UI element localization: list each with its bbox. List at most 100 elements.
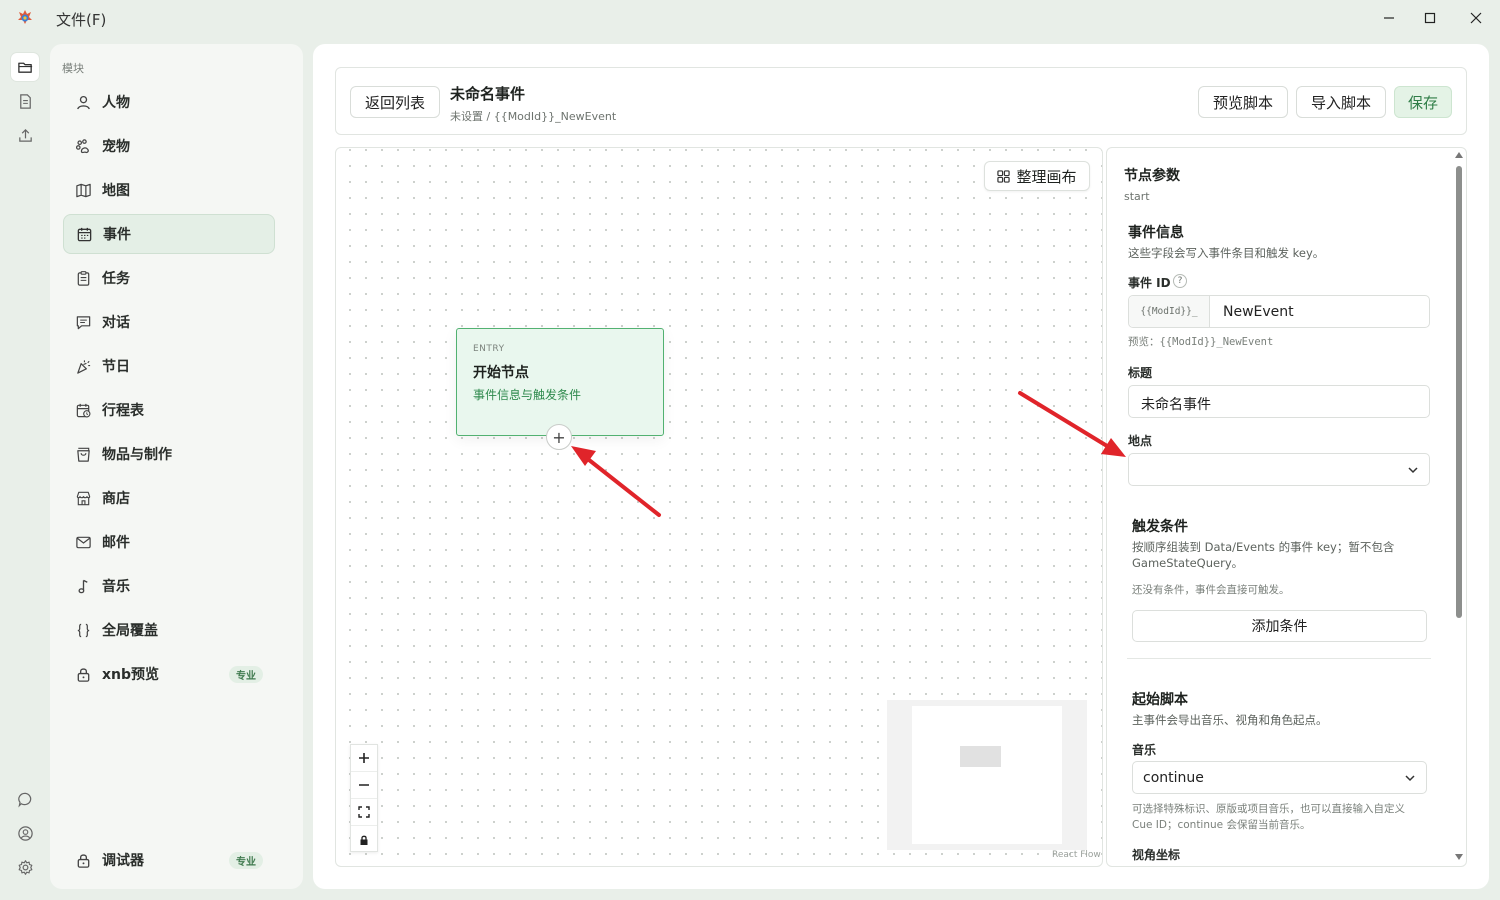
sidebar-item-items[interactable]: 物品与制作 [63, 434, 275, 474]
braces-icon [75, 622, 92, 639]
preview-value: {{ModId}}_NewEvent [1159, 336, 1274, 348]
music-help-line1: 可选择特殊标识、原版或项目音乐，也可以直接输入自定义 [1132, 803, 1405, 815]
settings-icon[interactable] [14, 856, 36, 878]
chat-icon[interactable] [14, 788, 36, 810]
lock-icon [75, 852, 92, 869]
sidebar: 模块 人物 宠物 地图 事件 任务 对话 节日 行程表 物品与制作 商店 邮件 … [50, 44, 303, 889]
music-help-line2: Cue ID；continue 会保留当前音乐。 [1132, 819, 1311, 831]
back-to-list-button[interactable]: 返回列表 [350, 86, 440, 118]
sidebar-item-debugger[interactable]: 调试器 专业 [63, 840, 275, 880]
schedule-icon [75, 402, 92, 419]
map-icon [75, 182, 92, 199]
close-icon[interactable] [1461, 6, 1491, 30]
title-bar: 文件(F) [0, 0, 1500, 36]
node-subtitle: 事件信息与触发条件 [473, 388, 582, 402]
node-tag: ENTRY [473, 344, 505, 354]
minimap[interactable] [887, 700, 1087, 850]
sidebar-item-festival[interactable]: 节日 [63, 346, 275, 386]
sidebar-item-map[interactable]: 地图 [63, 170, 275, 210]
sidebar-item-label: 地图 [102, 183, 130, 199]
sidebar-item-shop[interactable]: 商店 [63, 478, 275, 518]
pro-badge: 专业 [229, 666, 263, 683]
title-input[interactable]: 未命名事件 [1128, 385, 1430, 418]
folder-icon[interactable] [11, 53, 39, 81]
preview-script-button[interactable]: 预览脚本 [1198, 86, 1288, 118]
app-logo [16, 8, 34, 26]
minimize-icon[interactable] [1374, 6, 1404, 30]
pro-badge: 专业 [229, 852, 263, 869]
music-select[interactable]: continue [1132, 761, 1427, 794]
sidebar-item-label: 事件 [103, 227, 131, 243]
clipboard-icon [75, 270, 92, 287]
sidebar-item-label: 宠物 [102, 139, 130, 155]
file-menu[interactable]: 文件(F) [56, 9, 106, 30]
add-node-button[interactable]: + [546, 424, 572, 450]
minimap-viewport [912, 706, 1062, 844]
script-title: 起始脚本 [1132, 692, 1188, 708]
sidebar-item-task[interactable]: 任务 [63, 258, 275, 298]
section-divider [1127, 658, 1431, 659]
sidebar-item-person[interactable]: 人物 [63, 82, 275, 122]
sidebar-item-label: xnb预览 [102, 667, 160, 683]
sidebar-item-label: 全局覆盖 [102, 623, 158, 639]
arrange-canvas-label: 整理画布 [1016, 167, 1077, 186]
event-id-label: 事件 ID [1128, 276, 1171, 290]
sidebar-header: 模块 [62, 62, 84, 75]
event-info-title: 事件信息 [1128, 225, 1184, 241]
sidebar-item-xnb-preview[interactable]: xnb预览 专业 [63, 654, 275, 694]
scroll-thumb[interactable] [1456, 166, 1462, 618]
chevron-down-icon [1405, 775, 1415, 782]
sidebar-item-label: 行程表 [102, 403, 144, 419]
help-icon[interactable]: ? [1173, 274, 1187, 288]
panel-title: 节点参数 [1124, 168, 1180, 184]
node-title: 开始节点 [473, 365, 529, 381]
sidebar-item-label: 人物 [102, 95, 130, 111]
sidebar-item-label: 商店 [102, 491, 130, 507]
sidebar-item-global-override[interactable]: 全局覆盖 [63, 610, 275, 650]
lock-icon[interactable] [351, 826, 377, 853]
camera-label: 视角坐标 [1132, 848, 1181, 862]
sidebar-item-mail[interactable]: 邮件 [63, 522, 275, 562]
user-icon[interactable] [14, 822, 36, 844]
lock-icon [75, 666, 92, 683]
zoom-in-icon[interactable] [351, 745, 377, 772]
react-flow-attribution[interactable]: React Flow [1052, 850, 1101, 860]
zoom-out-icon[interactable] [351, 772, 377, 799]
music-icon [75, 578, 92, 595]
document-icon[interactable] [14, 90, 36, 112]
panel-scrollbar[interactable] [1453, 148, 1465, 866]
location-select[interactable] [1128, 453, 1430, 486]
scroll-up-icon[interactable] [1454, 151, 1464, 159]
arrange-canvas-button[interactable]: 整理画布 [984, 161, 1090, 191]
sidebar-item-event[interactable]: 事件 [63, 214, 275, 254]
script-desc: 主事件会导出音乐、视角和角色起点。 [1132, 713, 1328, 727]
entry-node[interactable]: ENTRY 开始节点 事件信息与触发条件 + [456, 328, 664, 450]
add-condition-button[interactable]: 添加条件 [1132, 610, 1427, 642]
sidebar-item-label: 任务 [102, 271, 130, 287]
dialog-icon [75, 314, 92, 331]
upload-icon[interactable] [14, 124, 36, 146]
import-script-button[interactable]: 导入脚本 [1296, 86, 1386, 118]
sidebar-item-dialog[interactable]: 对话 [63, 302, 275, 342]
sidebar-item-schedule[interactable]: 行程表 [63, 390, 275, 430]
shop-icon [75, 490, 92, 507]
flow-canvas[interactable]: 整理画布 ENTRY 开始节点 事件信息与触发条件 + React Flow [335, 147, 1103, 867]
sidebar-item-label: 节日 [102, 359, 130, 375]
editor-header: 返回列表 未命名事件 未设置 / {{ModId}}_NewEvent 预览脚本… [335, 67, 1467, 135]
zoom-controls [350, 744, 378, 852]
sidebar-item-music[interactable]: 音乐 [63, 566, 275, 606]
event-id-input[interactable]: NewEvent [1223, 304, 1294, 320]
page-title: 未命名事件 [450, 85, 526, 103]
sidebar-item-label: 调试器 [102, 853, 144, 869]
main-area: 返回列表 未命名事件 未设置 / {{ModId}}_NewEvent 预览脚本… [313, 44, 1489, 889]
save-button[interactable]: 保存 [1394, 86, 1452, 118]
party-icon [75, 358, 92, 375]
preview-prefix: 预览： [1128, 336, 1160, 348]
maximize-icon[interactable] [1415, 6, 1445, 30]
sidebar-item-label: 邮件 [102, 535, 130, 551]
scroll-down-icon[interactable] [1454, 853, 1464, 861]
fit-view-icon[interactable] [351, 799, 377, 826]
sidebar-item-pet[interactable]: 宠物 [63, 126, 275, 166]
chevron-down-icon [1408, 467, 1418, 474]
panel-subtitle: start [1124, 190, 1150, 203]
